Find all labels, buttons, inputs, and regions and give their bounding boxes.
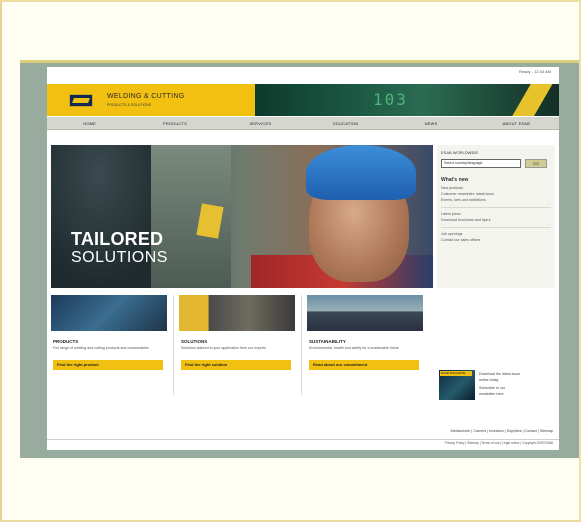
- nav-services[interactable]: SERVICES: [218, 117, 303, 129]
- news-link[interactable]: Contact our sales offices: [441, 238, 480, 242]
- tile-solutions: SOLUTIONS Solutions tailored to your app…: [179, 295, 295, 395]
- logo-mark-icon: [72, 98, 90, 103]
- tile-heading: SUSTAINABILITY: [309, 339, 346, 344]
- frame-edge: [0, 0, 2, 522]
- nav-about[interactable]: ABOUT ESAB: [474, 117, 559, 129]
- digital-readout: 103: [373, 90, 408, 109]
- promo-text: newsletter here: [479, 392, 504, 396]
- hero-banner[interactable]: TAILORED SOLUTIONS: [51, 145, 433, 288]
- hero-title: TAILORED: [71, 229, 164, 249]
- country-label: ESAB WORLDWIDE: [441, 150, 479, 155]
- main-nav: HOME PRODUCTS SERVICES EDUCATION NEWS AB…: [47, 117, 559, 130]
- tile-text: Environmental, health and safety for a s…: [309, 346, 399, 350]
- frame-edge: [0, 0, 581, 2]
- footer-divider: [47, 439, 559, 440]
- print-frame: Ready - 12:34 AM WELDING & CUTTING PRODU…: [0, 0, 581, 522]
- find-product-button[interactable]: Find the right product: [53, 360, 163, 370]
- magazine-image: ESAB MAGAZINE: [439, 370, 475, 400]
- tile-image[interactable]: [179, 295, 295, 331]
- magazine-promo[interactable]: ESAB MAGAZINE Download the latest issue …: [439, 370, 553, 400]
- footer-links[interactable]: Privacy Policy | Sitemap | Terms of use …: [47, 441, 553, 445]
- nav-products[interactable]: PRODUCTS: [132, 117, 217, 129]
- header-banner: WELDING & CUTTING PRODUCTS & SOLUTIONS 1…: [47, 84, 559, 116]
- promo-text: online today: [479, 378, 499, 382]
- tile-image[interactable]: [51, 295, 167, 331]
- tile-heading: SOLUTIONS: [181, 339, 208, 344]
- news-link[interactable]: Customer newsletter: latest issue: [441, 192, 494, 196]
- website-screenshot: Ready - 12:34 AM WELDING & CUTTING PRODU…: [20, 60, 579, 458]
- web-page: Ready - 12:34 AM WELDING & CUTTING PRODU…: [47, 67, 559, 450]
- nav-education[interactable]: EDUCATION: [303, 117, 388, 129]
- nav-news[interactable]: NEWS: [388, 117, 473, 129]
- magazine-tag: ESAB MAGAZINE: [440, 371, 472, 376]
- esab-logo[interactable]: [69, 94, 93, 107]
- browser-top-line: [20, 60, 579, 63]
- news-link[interactable]: Job openings: [441, 232, 462, 236]
- utility-link[interactable]: Ready - 12:34 AM: [519, 69, 551, 74]
- divider: [301, 295, 302, 395]
- brand-tagline: PRODUCTS & SOLUTIONS: [107, 103, 152, 107]
- feature-tiles: PRODUCTS Full range of welding and cutti…: [51, 295, 433, 395]
- find-solution-button[interactable]: Find the right solution: [181, 360, 291, 370]
- quick-links[interactable]: Mediacenter | Careers | Investors | Supp…: [47, 429, 553, 433]
- tile-text: Full range of welding and cutting produc…: [53, 346, 149, 350]
- news-link[interactable]: Latest press: [441, 212, 461, 216]
- promo-text: Subscribe to our: [479, 386, 506, 390]
- divider: [173, 295, 174, 395]
- sidebar: ESAB WORLDWIDE Select country/language G…: [437, 145, 555, 288]
- tile-text: Solutions tailored to your application f…: [181, 346, 266, 350]
- whats-new-heading: What's new: [441, 177, 469, 183]
- country-select[interactable]: Select country/language: [441, 159, 521, 168]
- news-link[interactable]: Events, fairs and exhibitions: [441, 198, 486, 202]
- hard-hat-image: [306, 145, 416, 200]
- news-link[interactable]: New products: [441, 186, 463, 190]
- tile-heading: PRODUCTS: [53, 339, 79, 344]
- tile-image[interactable]: [307, 295, 423, 331]
- hero-subtitle: SOLUTIONS: [71, 249, 168, 266]
- divider: [441, 227, 551, 228]
- read-commitment-button[interactable]: Read about our commitment: [309, 360, 419, 370]
- news-link[interactable]: Download brochures and flyers: [441, 218, 491, 222]
- tile-products: PRODUCTS Full range of welding and cutti…: [51, 295, 167, 395]
- go-button[interactable]: GO: [525, 159, 547, 168]
- divider: [441, 207, 551, 208]
- banner-stripe: [505, 84, 559, 116]
- nav-home[interactable]: HOME: [47, 117, 132, 129]
- tile-sustainability: SUSTAINABILITY Environmental, health and…: [307, 295, 423, 395]
- brand-name: WELDING & CUTTING: [107, 93, 185, 100]
- promo-text: Download the latest issue: [479, 372, 520, 376]
